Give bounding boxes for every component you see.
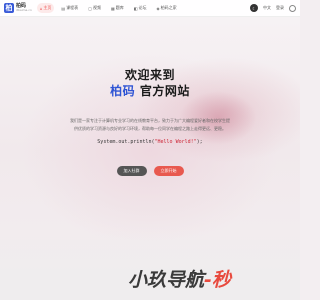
- nav-item-questions[interactable]: ▦ 题库: [108, 3, 127, 13]
- nav-item-schedule[interactable]: ▤ 课程表: [58, 3, 81, 13]
- hero-brand: 柏码: [110, 84, 136, 98]
- moon-icon: ☾: [252, 5, 256, 11]
- hero-title-line2: 柏码 官方网站: [0, 82, 300, 99]
- watermark-part2: 导航: [166, 269, 205, 291]
- forum-icon: ◧: [133, 5, 138, 11]
- header-actions: ☾ 中文 登录: [250, 4, 296, 12]
- login-link[interactable]: 登录: [276, 5, 284, 11]
- community-icon: ◈: [156, 5, 160, 11]
- video-icon: ▢: [88, 5, 92, 11]
- nav-item-label: 题库: [115, 5, 124, 10]
- home-icon: ⌂: [39, 5, 43, 11]
- login-label: 登录: [276, 5, 284, 10]
- dark-mode-toggle[interactable]: ☾: [250, 4, 258, 12]
- language-switch[interactable]: 中文: [263, 5, 271, 11]
- hero-buttons: 加入社群 立即开始: [0, 166, 300, 176]
- nav-item-home-of-baima[interactable]: ◈ 柏码之家: [154, 3, 180, 13]
- nav-item-home[interactable]: ⌂ 主页: [36, 3, 55, 13]
- code-suffix: );: [196, 139, 203, 145]
- join-community-button[interactable]: 加入社群: [116, 166, 147, 176]
- hero-code-snippet: System.out.println("Hello World!");: [0, 139, 300, 145]
- nav-item-video[interactable]: ▢ 视频: [85, 3, 104, 13]
- nav-item-forum[interactable]: ◧ 论坛: [131, 3, 150, 13]
- nav-item-label: 论坛: [138, 5, 147, 10]
- watermark-part1: 小玖: [128, 269, 167, 291]
- site-logo[interactable]: 柏 柏码 itbaima.cn: [4, 3, 32, 13]
- calendar-icon: ▤: [61, 5, 66, 11]
- user-avatar-icon[interactable]: [289, 4, 296, 12]
- logo-icon: 柏: [4, 3, 14, 13]
- code-string: "Hello World!": [154, 139, 197, 145]
- watermark-part3: -秒: [204, 269, 231, 291]
- question-bank-icon: ▦: [110, 5, 115, 11]
- logo-subtitle: itbaima.cn: [16, 8, 32, 12]
- language-label: 中文: [263, 5, 271, 10]
- top-navbar: 柏 柏码 itbaima.cn ⌂ 主页 ▤ 课程表 ▢ 视频 ▦ 题库 ◧ 论…: [0, 0, 300, 17]
- hero-description: 我们是一家专注于计算机专业学习的在线教育平台，致力于为广大编程爱好者和在校学生提…: [70, 118, 230, 131]
- get-started-button[interactable]: 立即开始: [153, 166, 184, 176]
- nav-item-label: 课程表: [66, 5, 79, 10]
- main-nav: ⌂ 主页 ▤ 课程表 ▢ 视频 ▦ 题库 ◧ 论坛 ◈ 柏码之家: [36, 3, 180, 13]
- code-prefix: System.out.println(: [97, 139, 155, 145]
- hero-title-line1: 欢迎来到: [124, 68, 175, 82]
- nav-item-label: 视频: [92, 5, 101, 10]
- nav-item-label: 主页: [43, 5, 52, 10]
- hero-title-rest: 官方网站: [135, 84, 190, 98]
- nav-item-label: 柏码之家: [160, 5, 177, 10]
- watermark-banner: 小玖导航-秒: [128, 265, 231, 292]
